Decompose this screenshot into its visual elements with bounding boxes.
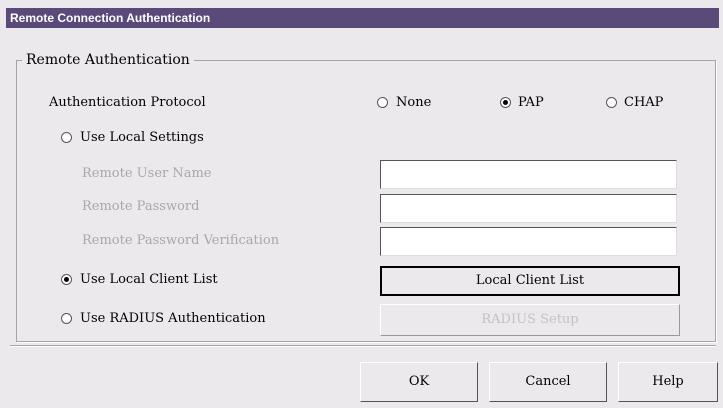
protocol-pap-label[interactable]: PAP bbox=[518, 95, 544, 111]
remote-password-verification-input[interactable] bbox=[380, 227, 677, 256]
protocol-chap-label[interactable]: CHAP bbox=[624, 95, 663, 111]
use-radius-authentication-radio[interactable] bbox=[61, 313, 72, 324]
use-local-client-list-radio[interactable] bbox=[61, 274, 72, 285]
local-client-list-button[interactable]: Local Client List bbox=[380, 266, 680, 296]
protocol-pap-radio[interactable] bbox=[500, 97, 511, 108]
protocol-none-label[interactable]: None bbox=[396, 95, 431, 111]
group-title: Remote Authentication bbox=[22, 51, 194, 69]
cancel-button[interactable]: Cancel bbox=[489, 362, 607, 402]
remote-password-verification-label: Remote Password Verification bbox=[82, 233, 280, 248]
remote-connection-authentication-dialog: Remote Connection Authentication Remote … bbox=[0, 0, 723, 408]
use-local-settings-label[interactable]: Use Local Settings bbox=[80, 130, 204, 146]
remote-user-name-label: Remote User Name bbox=[82, 166, 212, 181]
use-local-client-list-label[interactable]: Use Local Client List bbox=[80, 272, 218, 288]
ok-button[interactable]: OK bbox=[360, 362, 478, 402]
remote-password-input[interactable] bbox=[380, 194, 677, 223]
protocol-chap-radio[interactable] bbox=[606, 97, 617, 108]
remote-password-label: Remote Password bbox=[82, 199, 200, 214]
use-local-settings-radio[interactable] bbox=[61, 132, 72, 143]
remote-user-name-input[interactable] bbox=[380, 160, 677, 189]
use-radius-authentication-label[interactable]: Use RADIUS Authentication bbox=[80, 311, 266, 327]
help-button[interactable]: Help bbox=[618, 362, 718, 402]
authentication-protocol-label: Authentication Protocol bbox=[49, 95, 206, 110]
window-title: Remote Connection Authentication bbox=[6, 8, 719, 28]
radius-setup-button[interactable]: RADIUS Setup bbox=[380, 304, 680, 336]
protocol-none-radio[interactable] bbox=[377, 97, 388, 108]
separator bbox=[10, 345, 716, 347]
